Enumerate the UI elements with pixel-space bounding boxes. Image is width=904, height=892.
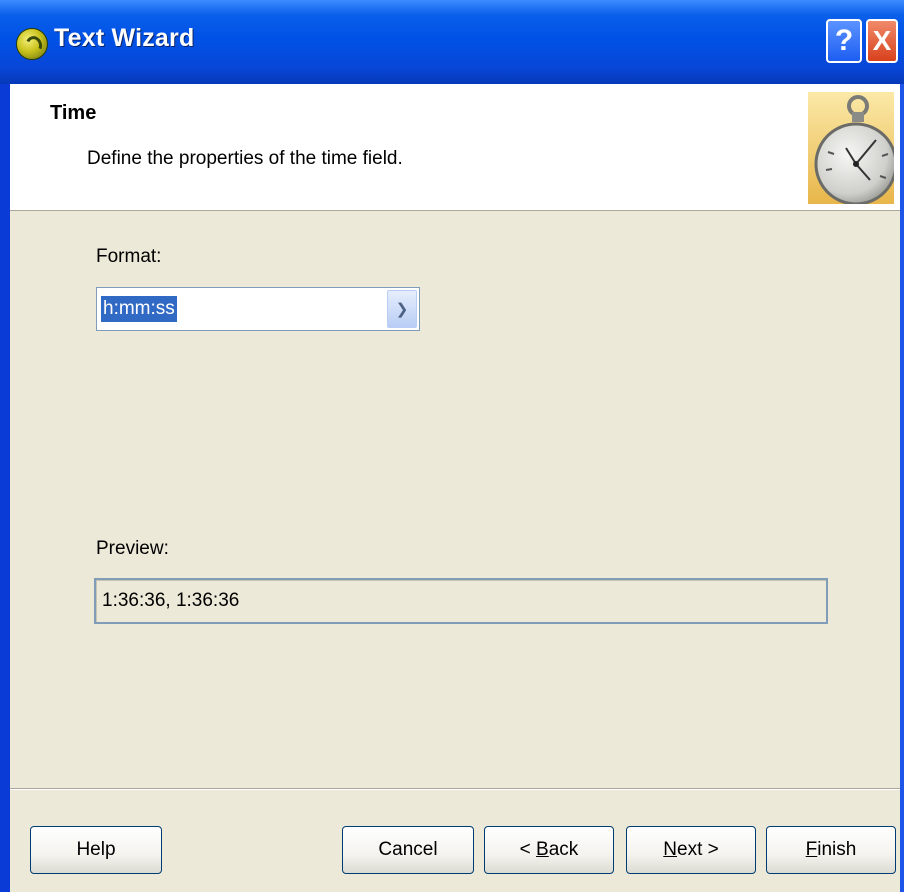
finish-rest: inish (817, 839, 857, 860)
finish-button[interactable]: Finish (766, 826, 896, 874)
next-rest: ext > (677, 839, 719, 860)
format-combobox[interactable]: h:mm:ss ❯ (96, 287, 420, 331)
stopwatch-icon (808, 92, 894, 204)
finish-mnemonic: F (805, 839, 818, 860)
back-prefix: < (519, 839, 537, 860)
page-subtitle: Define the properties of the time field. (87, 148, 403, 169)
app-icon (16, 28, 48, 60)
wizard-header: Time Define the properties of the time f… (10, 84, 900, 210)
format-selected-value[interactable]: h:mm:ss (101, 296, 177, 322)
back-rest: ack (548, 839, 579, 860)
title-bar[interactable]: Text Wizard ? X (0, 0, 904, 84)
window-frame-left (0, 0, 10, 892)
chevron-down-icon[interactable]: ❯ (387, 290, 417, 328)
preview-label: Preview: (96, 538, 169, 559)
preview-field: 1:36:36, 1:36:36 (94, 578, 828, 624)
next-button[interactable]: Next > (626, 826, 756, 874)
preview-value: 1:36:36, 1:36:36 (102, 590, 240, 611)
back-button[interactable]: < Back (484, 826, 614, 874)
footer-divider-highlight (10, 789, 900, 790)
page-title: Time (50, 102, 97, 124)
window-title: Text Wizard (54, 24, 195, 52)
back-mnemonic: B (536, 839, 549, 860)
help-title-button[interactable]: ? (826, 19, 862, 63)
header-divider (10, 210, 900, 211)
window-frame-right (900, 0, 904, 892)
help-button[interactable]: Help (30, 826, 162, 874)
close-button[interactable]: X (866, 19, 898, 63)
cancel-button[interactable]: Cancel (342, 826, 474, 874)
format-label: Format: (96, 246, 162, 267)
next-mnemonic: N (663, 839, 677, 860)
